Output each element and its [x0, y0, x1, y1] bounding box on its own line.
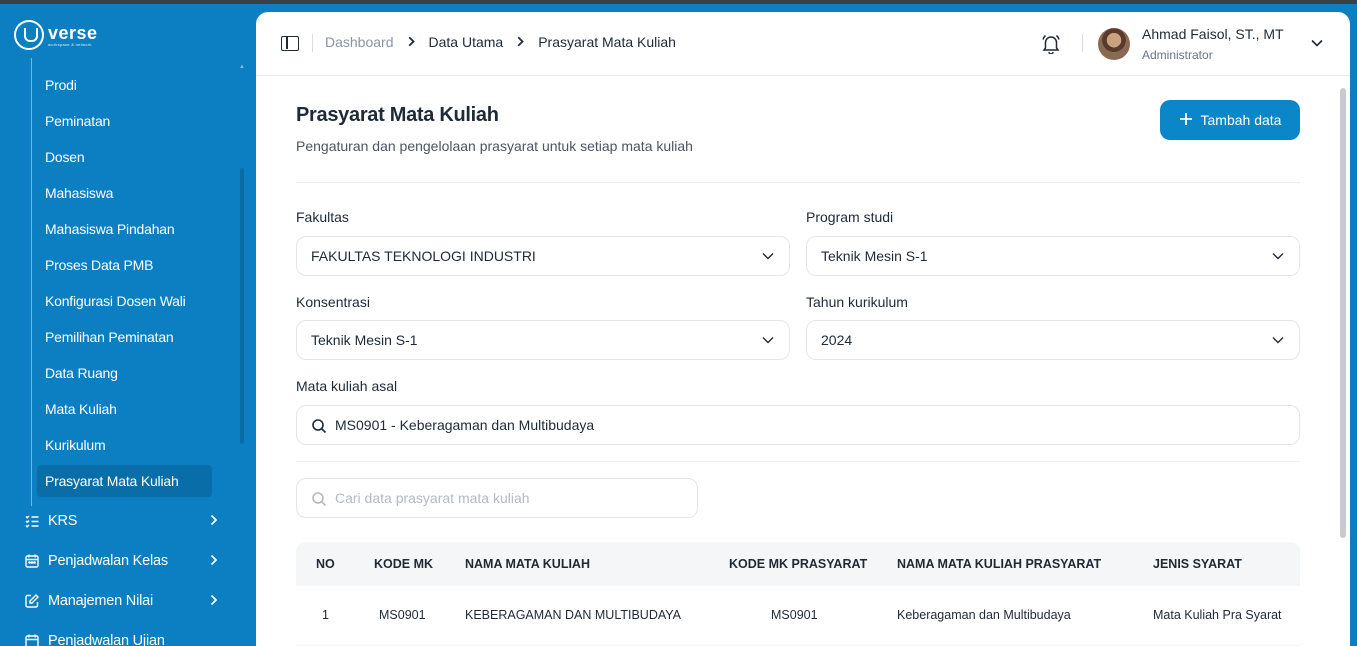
- breadcrumb-current: Prasyarat Mata Kuliah: [538, 34, 676, 50]
- submenu-guide-line: [31, 58, 32, 506]
- chevron-right-icon: [208, 513, 220, 529]
- mata-kuliah-asal-value: MS0901 - Keberagaman dan Multibudaya: [335, 417, 595, 433]
- header-divider: [312, 34, 313, 52]
- logo-word: verse: [48, 22, 98, 43]
- chevron-down-icon[interactable]: [1310, 36, 1324, 50]
- cell-kode-mk-prasyarat: MS0901: [771, 608, 818, 622]
- sidebar-item-mata-kuliah[interactable]: Mata Kuliah: [37, 393, 212, 425]
- page-title: Prasyarat Mata Kuliah: [296, 104, 499, 126]
- fakultas-select[interactable]: FAKULTAS TEKNOLOGI INDUSTRI: [296, 236, 790, 276]
- sidebar-item-dosen[interactable]: Dosen: [37, 141, 212, 173]
- chevron-right-icon: [208, 593, 220, 609]
- cell-nama-mata-kuliah-prasyarat: Keberagaman dan Multibudaya: [897, 608, 1071, 622]
- chevron-down-icon: [1271, 333, 1285, 347]
- tahun-kurikulum-select[interactable]: 2024: [806, 320, 1300, 360]
- column-header-no: NO: [316, 557, 335, 571]
- add-data-label: Tambah data: [1200, 112, 1282, 128]
- main-panel: Dashboard Data Utama Prasyarat Mata Kuli…: [256, 12, 1350, 646]
- sidebar-item-prasyarat-mata-kuliah[interactable]: Prasyarat Mata Kuliah: [37, 465, 212, 497]
- tahun-kurikulum-label: Tahun kurikulum: [806, 294, 908, 310]
- chevron-down-icon: [761, 333, 775, 347]
- cell-nama-mata-kuliah: KEBERAGAMAN DAN MULTIBUDAYA: [465, 608, 682, 622]
- logo-icon: [14, 20, 44, 50]
- prasyarat-table: NO KODE MK NAMA MATA KULIAH KODE MK PRAS…: [296, 542, 1300, 646]
- calendar-icon: [24, 553, 40, 569]
- column-header-kode-mk-prasyarat: KODE MK PRASYARAT: [729, 557, 868, 571]
- page-subtitle: Pengaturan dan pengelolaan prasyarat unt…: [296, 138, 693, 154]
- sidebar-item-pemilihan-peminatan[interactable]: Pemilihan Peminatan: [37, 321, 212, 353]
- add-data-button[interactable]: Tambah data: [1160, 100, 1300, 140]
- cell-kode-mk: MS0901: [379, 608, 426, 622]
- breadcrumb-dashboard[interactable]: Dashboard: [325, 34, 394, 50]
- konsentrasi-value: Teknik Mesin S-1: [311, 332, 418, 348]
- sidebar-item-proses-data-pmb[interactable]: Proses Data PMB: [37, 249, 212, 281]
- mata-kuliah-asal-label: Mata kuliah asal: [296, 378, 398, 394]
- sidebar-item-mahasiswa[interactable]: Mahasiswa: [37, 177, 212, 209]
- user-name: Ahmad Faisol, ST., MT: [1142, 26, 1284, 42]
- breadcrumb: Dashboard Data Utama Prasyarat Mata Kuli…: [325, 34, 676, 50]
- sidebar-scroll-up-icon[interactable]: ▲: [239, 64, 245, 70]
- sidebar-item-prodi[interactable]: Prodi: [37, 69, 212, 101]
- logo-subtitle: workspace & network: [48, 41, 92, 47]
- tahun-kurikulum-value: 2024: [821, 332, 853, 348]
- sidebar-item-data-ruang[interactable]: Data Ruang: [37, 357, 212, 389]
- sidebar-toggle-icon[interactable]: [281, 36, 299, 51]
- plus-icon: [1179, 110, 1193, 130]
- chevron-right-icon: [408, 34, 415, 50]
- prodi-select[interactable]: Teknik Mesin S-1: [806, 236, 1300, 276]
- chevron-down-icon: [761, 249, 775, 263]
- chevron-down-icon: [1271, 249, 1285, 263]
- mata-kuliah-asal-input[interactable]: MS0901 - Keberagaman dan Multibudaya: [296, 405, 1300, 445]
- column-header-kode-mk: KODE MK: [374, 557, 434, 571]
- calendar-icon: [24, 633, 40, 646]
- table-row[interactable]: 1 MS0901 KEBERAGAMAN DAN MULTIBUDAYA MS0…: [296, 586, 1300, 646]
- sidebar-group-manajemen-nilai[interactable]: Manajemen Nilai: [24, 588, 220, 614]
- sidebar-scrollbar[interactable]: [240, 168, 244, 444]
- fakultas-label: Fakultas: [296, 209, 349, 225]
- section-divider: [296, 182, 1300, 183]
- prasyarat-search-input[interactable]: Cari data prasyarat mata kuliah: [296, 478, 698, 518]
- fakultas-value: FAKULTAS TEKNOLOGI INDUSTRI: [311, 248, 536, 264]
- data-utama-submenu: Prodi Peminatan Dosen Mahasiswa Mahasisw…: [37, 69, 212, 501]
- column-header-nama-mata-kuliah-prasyarat: NAMA MATA KULIAH PRASYARAT: [897, 557, 1102, 571]
- sidebar-group-penjadwalan-kelas[interactable]: Penjadwalan Kelas: [24, 548, 220, 574]
- sidebar-item-kurikulum[interactable]: Kurikulum: [37, 429, 212, 461]
- breadcrumb-data-utama[interactable]: Data Utama: [429, 34, 504, 50]
- konsentrasi-label: Konsentrasi: [296, 294, 370, 310]
- prasyarat-search-placeholder: Cari data prasyarat mata kuliah: [335, 490, 530, 506]
- sidebar-item-mahasiswa-pindahan[interactable]: Mahasiswa Pindahan: [37, 213, 212, 245]
- main-scrollbar[interactable]: [1340, 88, 1346, 538]
- sidebar-item-konfigurasi-dosen-wali[interactable]: Konfigurasi Dosen Wali: [37, 285, 212, 317]
- user-role: Administrator: [1142, 48, 1213, 62]
- chevron-right-icon: [517, 34, 524, 50]
- prodi-value: Teknik Mesin S-1: [821, 248, 928, 264]
- column-header-nama-mata-kuliah: NAMA MATA KULIAH: [465, 557, 590, 571]
- konsentrasi-select[interactable]: Teknik Mesin S-1: [296, 320, 790, 360]
- section-divider: [296, 461, 1300, 462]
- list-check-icon: [24, 513, 40, 529]
- app-logo[interactable]: verse workspace & network: [14, 20, 98, 50]
- search-icon: [311, 491, 327, 507]
- cell-jenis-syarat: Mata Kuliah Pra Syarat: [1153, 608, 1282, 622]
- sidebar-group-krs[interactable]: KRS: [24, 508, 220, 534]
- sidebar: verse workspace & network ▲ Prodi Pemina…: [0, 4, 256, 646]
- avatar[interactable]: [1098, 28, 1130, 60]
- sidebar-group-penjadwalan-ujian[interactable]: Penjadwalan Ujian: [24, 628, 220, 646]
- search-icon: [311, 418, 327, 434]
- table-header: NO KODE MK NAMA MATA KULIAH KODE MK PRAS…: [296, 542, 1300, 586]
- prodi-label: Program studi: [806, 209, 894, 225]
- top-header: Dashboard Data Utama Prasyarat Mata Kuli…: [256, 12, 1350, 76]
- chevron-right-icon: [208, 553, 220, 569]
- cell-no: 1: [322, 608, 329, 622]
- header-divider: [1082, 34, 1083, 52]
- notification-bell-icon[interactable]: [1042, 34, 1060, 55]
- edit-icon: [24, 593, 40, 609]
- column-header-jenis-syarat: JENIS SYARAT: [1153, 557, 1242, 571]
- sidebar-item-peminatan[interactable]: Peminatan: [37, 105, 212, 137]
